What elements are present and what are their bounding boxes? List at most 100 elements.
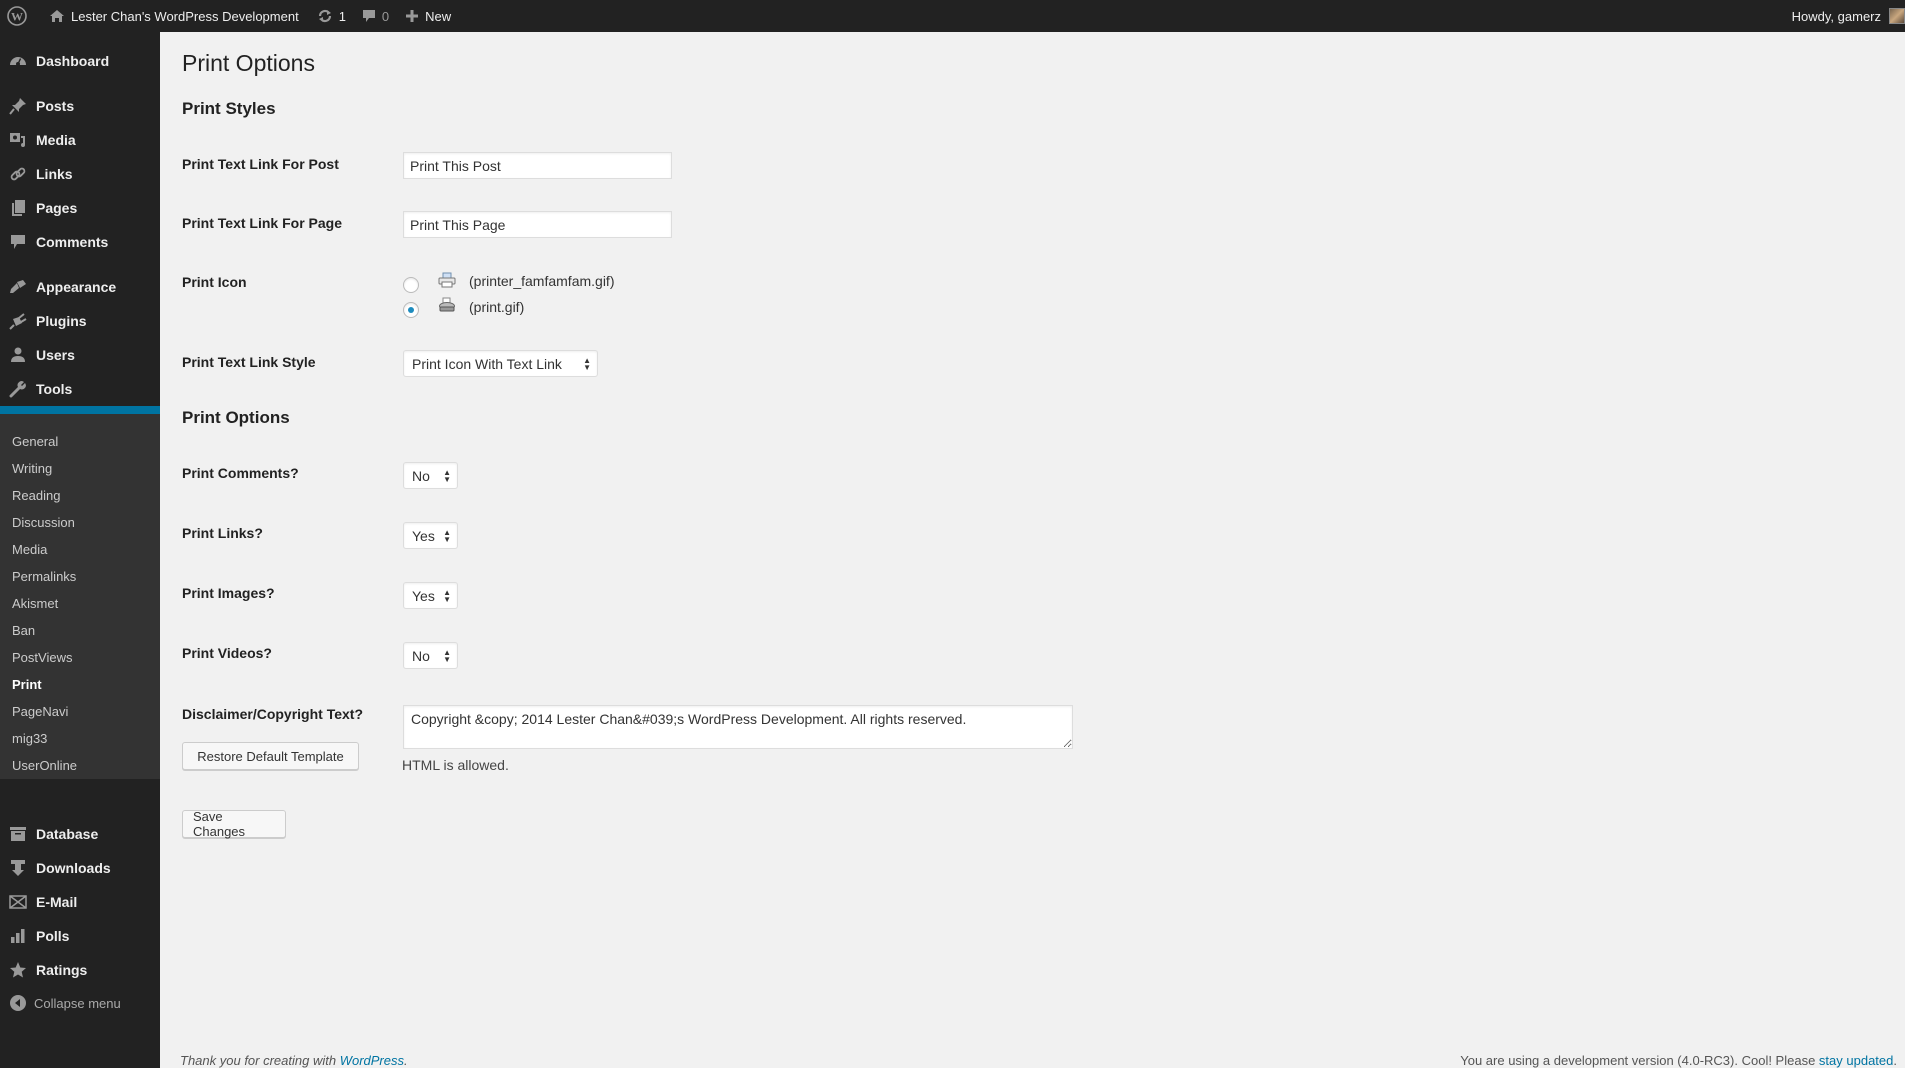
html-allowed-hint: HTML is allowed. xyxy=(402,757,509,773)
footer-thanks-text: Thank you for creating with xyxy=(180,1053,340,1068)
sidebar-item-email[interactable]: E-Mail xyxy=(0,885,160,919)
collapse-menu-label: Collapse menu xyxy=(34,995,121,1011)
comments-label: Print Comments? xyxy=(182,465,299,481)
select-arrows-icon: ▲ ▼ xyxy=(443,528,451,544)
icon-radio-printer-famfamfam[interactable] xyxy=(403,277,419,293)
sidebar-item-media[interactable]: Media xyxy=(0,123,160,157)
sidebar-item-users[interactable]: Users xyxy=(0,338,160,372)
select-arrows-icon: ▲ ▼ xyxy=(443,468,451,484)
select-value: No xyxy=(412,647,430,664)
page-title: Print Options xyxy=(182,50,315,76)
select-arrows-icon: ▲ ▼ xyxy=(443,588,451,604)
footer-punct: . xyxy=(404,1053,408,1068)
submenu-item-reading[interactable]: Reading xyxy=(12,488,60,503)
select-value: No xyxy=(412,467,430,484)
page-link-input[interactable] xyxy=(403,211,672,238)
submenu-item-media[interactable]: Media xyxy=(12,542,47,557)
collapse-arrow-icon xyxy=(10,995,26,1011)
sidebar-item-dashboard[interactable]: Dashboard xyxy=(0,44,160,78)
sidebar-item-label: Polls xyxy=(36,928,70,944)
my-account-link[interactable]: Howdy, gamerz xyxy=(1784,0,1905,32)
post-link-input[interactable] xyxy=(403,152,672,179)
sidebar-item-label: Dashboard xyxy=(36,53,110,69)
site-name-link[interactable]: Lester Chan's WordPress Development xyxy=(41,0,307,32)
submenu-item-print[interactable]: Print xyxy=(12,677,42,692)
plugin-icon xyxy=(0,312,36,330)
submenu-item-mig33[interactable]: mig33 xyxy=(12,731,47,746)
wp-logo-button[interactable]: W xyxy=(0,0,41,32)
submenu-item-postviews[interactable]: PostViews xyxy=(12,650,72,665)
links-label: Print Links? xyxy=(182,525,263,541)
restore-default-template-button[interactable]: Restore Default Template xyxy=(182,742,359,770)
submenu-item-useronline[interactable]: UserOnline xyxy=(12,758,77,773)
submenu-item-general[interactable]: General xyxy=(12,434,58,449)
sidebar-item-plugins[interactable]: Plugins xyxy=(0,304,160,338)
sidebar-item-polls[interactable]: Polls xyxy=(0,919,160,953)
new-content-link[interactable]: New xyxy=(397,0,459,32)
sidebar-item-label: Media xyxy=(36,132,76,148)
disclaimer-label: Disclaimer/Copyright Text? xyxy=(182,706,364,722)
email-icon xyxy=(0,895,36,909)
sidebar-item-appearance[interactable]: Appearance xyxy=(0,270,160,304)
disclaimer-textarea[interactable]: Copyright &copy; 2014 Lester Chan&#039;s… xyxy=(403,705,1073,749)
images-label: Print Images? xyxy=(182,585,275,601)
print-images-select[interactable]: Yes ▲ ▼ xyxy=(403,582,458,609)
print-links-select[interactable]: Yes ▲ ▼ xyxy=(403,522,458,549)
sidebar-item-comments[interactable]: Comments xyxy=(0,225,160,259)
save-changes-button[interactable]: Save Changes xyxy=(182,809,286,839)
submenu-item-permalinks[interactable]: Permalinks xyxy=(12,569,76,584)
avatar xyxy=(1889,8,1905,24)
updates-link[interactable]: 1 xyxy=(307,0,354,32)
refresh-icon xyxy=(317,8,333,24)
paintbrush-icon xyxy=(0,278,36,296)
howdy-text: Howdy, gamerz xyxy=(1791,8,1881,24)
page-link-label: Print Text Link For Page xyxy=(182,215,342,231)
comments-link[interactable]: 0 xyxy=(354,0,397,32)
link-style-select[interactable]: Print Icon With Text Link ▲ ▼ xyxy=(403,350,598,377)
dashboard-icon xyxy=(0,53,36,69)
footer-version-text: You are using a development version (4.0… xyxy=(1460,1053,1819,1068)
sidebar-item-label: E-Mail xyxy=(36,894,78,910)
submenu-item-pagenavi[interactable]: PageNavi xyxy=(12,704,68,719)
post-link-label: Print Text Link For Post xyxy=(182,156,339,172)
sidebar-item-tools[interactable]: Tools xyxy=(0,372,160,406)
wordpress-link[interactable]: WordPress xyxy=(340,1053,404,1068)
print-videos-select[interactable]: No ▲ ▼ xyxy=(403,642,458,669)
sidebar-item-downloads[interactable]: Downloads xyxy=(0,851,160,885)
collapse-menu-button[interactable]: Collapse menu xyxy=(10,995,121,1011)
submenu-item-writing[interactable]: Writing xyxy=(12,461,52,476)
comment-bubble-icon xyxy=(362,9,376,23)
stay-updated-link[interactable]: stay updated xyxy=(1819,1053,1893,1068)
select-arrows-icon: ▲ ▼ xyxy=(443,648,451,664)
select-value: Yes xyxy=(412,527,435,544)
pages-icon xyxy=(0,199,36,217)
submenu-item-discussion[interactable]: Discussion xyxy=(12,515,75,530)
wordpress-logo-icon: W xyxy=(7,6,27,26)
updates-count: 1 xyxy=(338,8,346,24)
sidebar-item-pages[interactable]: Pages xyxy=(0,191,160,225)
icon-radio-print[interactable] xyxy=(403,302,419,318)
sidebar-item-label: Tools xyxy=(36,381,73,397)
chart-bar-icon xyxy=(0,928,36,944)
wrench-icon xyxy=(0,380,36,398)
print-comments-select[interactable]: No ▲ ▼ xyxy=(403,462,458,489)
sidebar-item-label: Plugins xyxy=(36,313,87,329)
sidebar-item-posts[interactable]: Posts xyxy=(0,89,160,123)
section-heading-print-options: Print Options xyxy=(182,408,290,427)
download-icon xyxy=(0,859,36,877)
user-icon xyxy=(0,346,36,364)
icon-option-label: (print.gif) xyxy=(469,299,525,315)
sidebar-item-label: Database xyxy=(36,826,99,842)
videos-label: Print Videos? xyxy=(182,645,272,661)
sidebar-item-ratings[interactable]: Ratings xyxy=(0,953,160,987)
sidebar-item-database[interactable]: Database xyxy=(0,817,160,851)
footer-punct: . xyxy=(1893,1053,1897,1068)
submenu-item-ban[interactable]: Ban xyxy=(12,623,35,638)
print-icon-label: Print Icon xyxy=(182,274,247,290)
sidebar-item-links[interactable]: Links xyxy=(0,157,160,191)
select-value: Print Icon With Text Link xyxy=(412,355,562,372)
comment-icon xyxy=(0,233,36,251)
sidebar-item-label: Posts xyxy=(36,98,75,114)
submenu-item-akismet[interactable]: Akismet xyxy=(12,596,58,611)
footer-thanks: Thank you for creating with WordPress. xyxy=(180,1053,408,1068)
